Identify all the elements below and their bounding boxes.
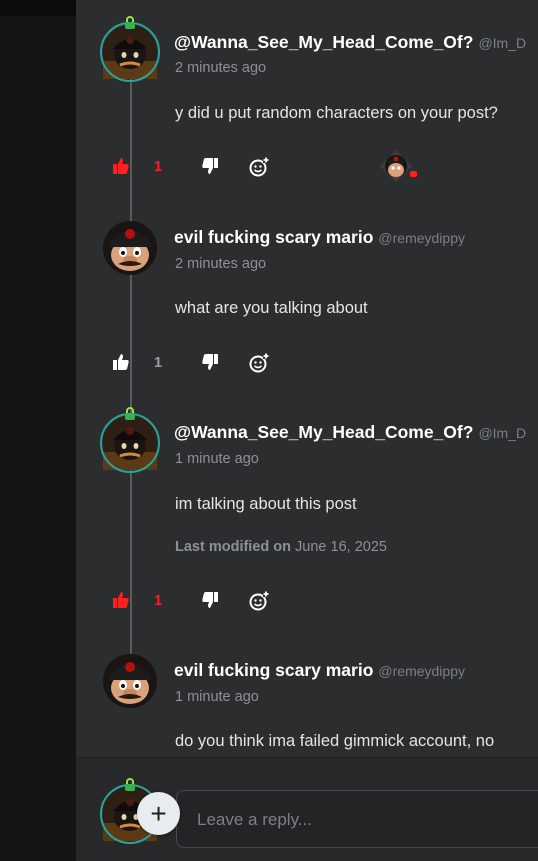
mario-avatar [103,221,157,275]
thumbs-up-icon [113,158,129,174]
thread-line [130,74,132,654]
add-reaction-icon [249,353,269,373]
reply-input[interactable]: Leave a reply... [176,790,538,848]
thumbs-down-icon [202,592,218,608]
add-reaction-button[interactable] [249,353,269,373]
author-handle[interactable]: @remeydippy [378,230,465,246]
avatar[interactable] [100,407,160,473]
timestamp: 2 minutes ago [175,60,267,76]
add-reaction-button[interactable] [249,591,269,611]
avatar[interactable] [103,221,157,275]
like-count: 1 [154,355,163,371]
avatar[interactable] [100,16,160,82]
thumbs-up-icon [113,354,129,370]
author-handle[interactable]: @remeydippy [378,663,465,679]
comment-text: what are you talking about [175,299,368,317]
author-name[interactable]: @Wanna_See_My_Head_Come_Of? [174,32,473,52]
author-row: evil fucking scary mario @remeydippy [174,660,465,681]
author-name[interactable]: evil fucking scary mario [174,660,373,680]
like-count: 1 [154,159,163,175]
reaction-sticker[interactable] [380,150,420,182]
author-row: evil fucking scary mario @remeydippy [174,227,465,248]
comment-text: im talking about this post [175,495,357,513]
avatar-ring [100,413,160,473]
last-modified-label: Last modified on [175,539,291,555]
plus-icon: + [150,797,167,829]
timestamp: 1 minute ago [175,689,259,705]
timestamp: 1 minute ago [175,451,259,467]
left-top-bar [0,0,76,16]
comment-text: do you think ima failed gimmick account,… [175,732,495,750]
dislike-button[interactable] [201,591,219,609]
thumbs-up-icon [113,592,129,608]
reply-placeholder: Leave a reply... [197,810,312,829]
thumbs-down-icon [202,354,218,370]
author-row: @Wanna_See_My_Head_Come_Of? @Im_D [174,422,526,443]
comment-text: y did u put random characters on your po… [175,104,498,122]
author-row: @Wanna_See_My_Head_Come_Of? @Im_D [174,32,526,53]
avatar[interactable] [103,654,157,708]
thumbs-down-icon [202,158,218,174]
lock-badge-icon [125,16,135,29]
footer-divider [76,757,538,758]
author-name[interactable]: evil fucking scary mario [174,227,373,247]
dislike-button[interactable] [201,157,219,175]
left-background [0,0,76,861]
last-modified-date: June 16, 2025 [295,539,387,555]
like-button[interactable] [112,591,130,609]
author-handle[interactable]: @Im_D [478,35,526,51]
like-count: 1 [154,593,163,609]
author-handle[interactable]: @Im_D [478,425,526,441]
add-reaction-icon [249,157,269,177]
mario-avatar [103,654,157,708]
last-modified: Last modified on June 16, 2025 [175,539,387,555]
add-reaction-icon [249,591,269,611]
add-attachment-button[interactable]: + [137,792,180,835]
timestamp: 2 minutes ago [175,256,267,272]
dislike-button[interactable] [201,353,219,371]
add-reaction-button[interactable] [249,157,269,177]
lock-badge-icon [125,407,135,420]
mario-reaction-icon [380,150,417,182]
avatar-ring [100,22,160,82]
author-name[interactable]: @Wanna_See_My_Head_Come_Of? [174,422,473,442]
like-button[interactable] [112,353,130,371]
lock-badge-icon [125,778,135,791]
like-button[interactable] [112,157,130,175]
